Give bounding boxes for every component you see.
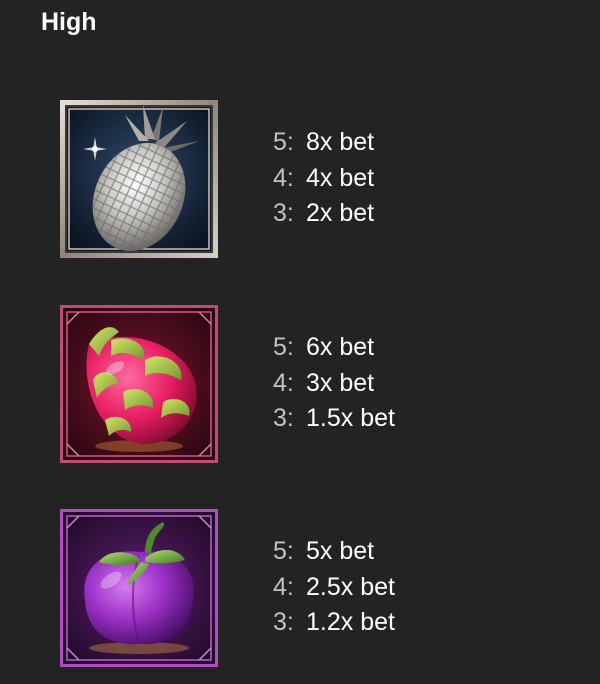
pay-value: 2x bet — [306, 199, 375, 227]
pay-line: 4: 2.5x bet — [273, 572, 395, 610]
pay-line: 5: 5x bet — [273, 538, 395, 574]
dragon-fruit-icon — [60, 305, 218, 463]
pay-count: 5: — [273, 537, 294, 565]
section-title: High — [41, 8, 97, 36]
purple-fruit-tile — [59, 508, 219, 668]
pay-count: 4: — [273, 572, 294, 601]
pay-line: 3: 2x bet — [273, 200, 374, 236]
pay-line: 4: 4x bet — [273, 163, 375, 201]
pay-value: 1.2x bet — [306, 608, 395, 636]
pay-count: 5: — [273, 333, 294, 361]
pay-value: 4x bet — [306, 163, 375, 192]
pay-line: 5: 6x bet — [273, 334, 395, 370]
pay-count: 3: — [273, 199, 294, 227]
pay-value: 5x bet — [306, 537, 375, 565]
pay-line: 3: 1.5x bet — [273, 405, 395, 441]
pay-value: 6x bet — [306, 333, 375, 361]
pay-list: 5: 6x bet 4: 3x bet 3: 1.5x bet — [273, 334, 395, 441]
pay-value: 8x bet — [306, 128, 375, 156]
pay-list: 5: 8x bet 4: 4x bet 3: 2x bet — [273, 129, 374, 236]
pay-count: 4: — [273, 368, 294, 397]
pay-value: 1.5x bet — [306, 404, 395, 432]
paytable-row: 5: 6x bet 4: 3x bet 3: 1.5x bet — [0, 304, 600, 464]
pay-line: 3: 1.2x bet — [273, 609, 395, 645]
pay-count: 4: — [273, 163, 294, 192]
pay-count: 3: — [273, 404, 294, 432]
pineapple-icon — [60, 100, 218, 258]
pay-line: 4: 3x bet — [273, 368, 395, 406]
paytable-row: 5: 8x bet 4: 4x bet 3: 2x bet — [0, 99, 600, 259]
pay-value: 3x bet — [306, 368, 375, 397]
pay-count: 3: — [273, 608, 294, 636]
pay-count: 5: — [273, 128, 294, 156]
pay-list: 5: 5x bet 4: 2.5x bet 3: 1.2x bet — [273, 538, 395, 645]
pineapple-tile — [59, 99, 219, 259]
dragon-fruit-tile — [59, 304, 219, 464]
pay-value: 2.5x bet — [306, 572, 395, 601]
purple-fruit-icon — [60, 509, 218, 667]
paytable-row: 5: 5x bet 4: 2.5x bet 3: 1.2x bet — [0, 508, 600, 668]
pay-line: 5: 8x bet — [273, 129, 374, 165]
